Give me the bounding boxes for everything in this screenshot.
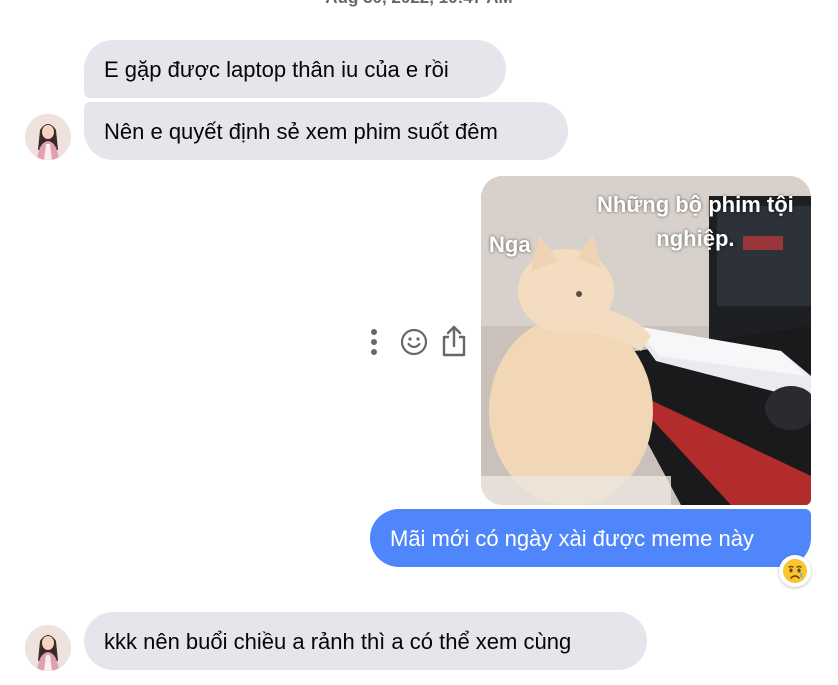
contact-avatar[interactable]: [25, 625, 71, 671]
avatar-photo-icon: [25, 114, 71, 160]
avatar-photo-icon: [25, 625, 71, 671]
message-text: Mãi mới có ngày xài được meme này: [390, 525, 754, 551]
conversation-timestamp: Aug 30, 2022, 10:47 AM: [0, 0, 838, 8]
meme-image-message[interactable]: Những bộ phim tội nghiệp. Nga: [481, 176, 811, 505]
message-reaction[interactable]: [779, 555, 811, 587]
more-options-icon[interactable]: [364, 327, 384, 357]
message-text: Nên e quyết định sẻ xem phim suốt đêm: [104, 118, 498, 144]
message-text: E gặp được laptop thân iu của e rồi: [104, 56, 449, 82]
meme-caption-name: Nga: [489, 232, 531, 257]
message-bubble-incoming[interactable]: kkk nên buổi chiều a rảnh thì a có thể x…: [84, 612, 647, 670]
message-text: kkk nên buổi chiều a rảnh thì a có thể x…: [104, 628, 572, 654]
contact-avatar[interactable]: [25, 114, 71, 160]
message-bubble-outgoing[interactable]: Mãi mới có ngày xài được meme này: [370, 509, 811, 567]
meme-caption-top: Những bộ phim tội nghiệp.: [597, 192, 794, 251]
smiley-react-icon[interactable]: [399, 327, 429, 357]
sad-cry-emoji-icon: [783, 559, 807, 583]
share-icon[interactable]: [439, 324, 469, 358]
message-bubble-incoming[interactable]: E gặp được laptop thân iu của e rồi: [84, 40, 506, 98]
message-bubble-incoming[interactable]: Nên e quyết định sẻ xem phim suốt đêm: [84, 102, 568, 160]
